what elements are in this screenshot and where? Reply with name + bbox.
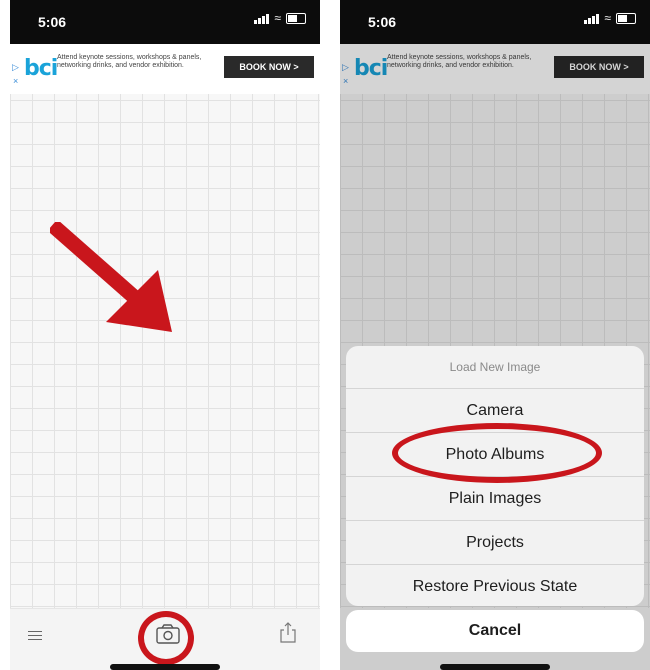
menu-icon[interactable] <box>28 631 42 643</box>
status-bar: 5:06 ≈ <box>340 0 650 44</box>
photo-albums-highlight-ellipse <box>392 423 602 483</box>
red-arrow-annotation <box>50 222 172 332</box>
ad-text: Attend keynote sessions, workshops & pan… <box>57 54 202 69</box>
signal-icon <box>254 13 270 24</box>
share-icon[interactable] <box>280 621 296 643</box>
status-time: 5:06 <box>368 14 397 30</box>
phone-screen-right: 5:06 ≈ ▷ × bci Attend keynote sessions, … <box>340 0 650 670</box>
cancel-button[interactable]: Cancel <box>346 610 644 652</box>
signal-icon <box>584 13 600 24</box>
phone-screen-left: 5:06 ≈ ▷ × bci Attend keynote sessions, … <box>10 0 320 670</box>
wifi-icon: ≈ <box>274 11 281 25</box>
ad-close-icon[interactable]: × <box>13 76 18 86</box>
ad-book-button[interactable]: BOOK NOW > <box>224 56 314 78</box>
bottom-toolbar <box>10 608 320 670</box>
status-bar: 5:06 ≈ <box>10 0 320 44</box>
action-sheet-title: Load New Image <box>346 346 644 389</box>
battery-icon <box>616 13 636 24</box>
battery-icon <box>286 13 306 24</box>
camera-highlight-circle <box>138 611 194 665</box>
ad-banner[interactable]: ▷ × bci Attend keynote sessions, worksho… <box>10 44 320 94</box>
sheet-item-restore-previous-state[interactable]: Restore Previous State <box>346 565 644 606</box>
grid-canvas[interactable] <box>10 94 320 608</box>
ad-logo: bci <box>24 56 58 81</box>
home-indicator <box>440 664 550 670</box>
home-indicator <box>110 664 220 670</box>
ad-play-icon[interactable]: ▷ <box>12 62 19 73</box>
status-icons: ≈ <box>254 11 306 25</box>
wifi-icon: ≈ <box>604 11 611 25</box>
sheet-item-plain-images[interactable]: Plain Images <box>346 477 644 521</box>
status-icons: ≈ <box>584 11 636 25</box>
status-time: 5:06 <box>38 14 67 30</box>
sheet-item-projects[interactable]: Projects <box>346 521 644 565</box>
